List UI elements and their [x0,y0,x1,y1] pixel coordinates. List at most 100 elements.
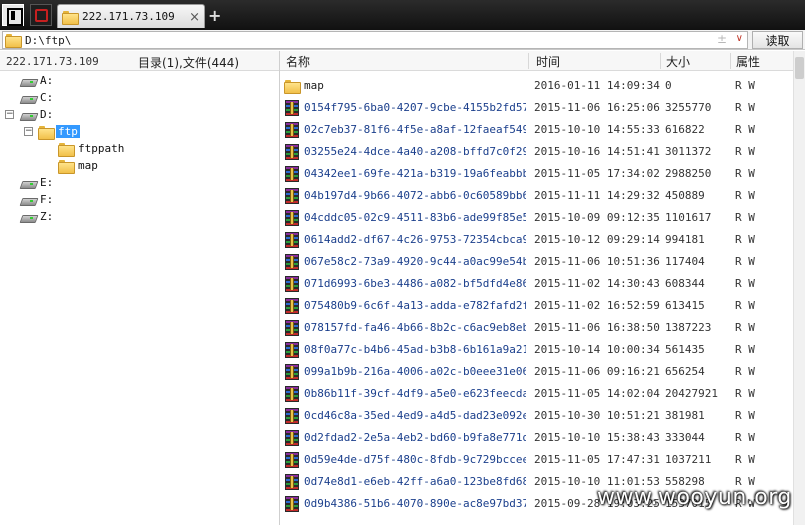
file-attr: R W [735,145,755,158]
file-row[interactable]: 0d2fdad2-2e5a-4eb2-bd60-b9fa8e771d0... 20… [280,427,793,449]
archive-icon [284,386,300,402]
column-time[interactable]: 时间 [536,53,560,69]
file-row[interactable]: 0154f795-6ba0-4207-9cbe-4155b2fd579... 20… [280,97,793,119]
file-size: 1387223 [665,321,712,334]
drive-icon [20,75,36,87]
file-row[interactable]: 0cd46c8a-35ed-4ed9-a4d5-dad23e092e0... 20… [280,405,793,427]
file-time: 2015-11-06 16:25:06 [534,101,660,114]
file-attr: R W [735,409,755,422]
archive-icon [284,452,300,468]
folder-icon [58,159,75,174]
file-size: 656254 [665,365,705,378]
file-row[interactable]: 04342ee1-69fe-421a-b319-19a6feabbb6... 20… [280,163,793,185]
swap-icon[interactable]: ± [717,32,727,46]
vertical-scrollbar[interactable] [793,51,805,525]
file-time: 2015-11-02 14:30:43 [534,277,660,290]
file-name: 0b86b11f-39cf-4df9-a5e0-e623feecda8... [304,387,526,400]
file-attr: R W [735,167,755,180]
window-menu-icon[interactable] [2,4,24,26]
file-name: 078157fd-fa46-4b66-8b2c-c6ac9eb8ebb... [304,321,526,334]
tree-item-ftppath[interactable]: ftppath [58,140,124,157]
file-size: 450889 [665,189,705,202]
file-size: 561435 [665,343,705,356]
file-attr: R W [735,79,755,92]
scrollbar-thumb[interactable] [795,57,804,79]
tree-expander-icon[interactable]: − [5,110,14,119]
session-manager-icon[interactable] [30,4,52,26]
file-row[interactable]: 099a1b9b-216a-4006-a02c-b0eee31e06c... 20… [280,361,793,383]
drive-icon [20,92,36,104]
file-time: 2015-11-06 09:16:21 [534,365,660,378]
file-attr: R W [735,321,755,334]
tree-expander-icon[interactable]: − [24,127,33,136]
tree-item-label: D: [40,108,54,121]
file-row[interactable]: 078157fd-fa46-4b66-8b2c-c6ac9eb8ebb... 20… [280,317,793,339]
tab-strip: 222.171.73.109 × + [0,0,805,30]
file-row[interactable]: 075480b9-6c6f-4a13-adda-e782fafd2f3... 20… [280,295,793,317]
tree-item-a[interactable]: A: [20,72,53,89]
file-name: 0d74e8d1-e6eb-42ff-a6a0-123be8fd68a... [304,475,526,488]
archive-icon [284,408,300,424]
file-attr: R W [735,431,755,444]
file-row[interactable]: 067e58c2-73a9-4920-9c44-a0ac99e54be... 20… [280,251,793,273]
tree-item-c[interactable]: C: [20,89,53,106]
file-time: 2015-10-16 14:51:41 [534,145,660,158]
file-name: 02c7eb37-81f6-4f5e-a8af-12faeaf549a... [304,123,526,136]
file-name: 04342ee1-69fe-421a-b319-19a6feabbb6... [304,167,526,180]
file-row[interactable]: 02c7eb37-81f6-4f5e-a8af-12faeaf549a... 20… [280,119,793,141]
file-name: 08f0a77c-b4b6-45ad-b3b8-6b161a9a213... [304,343,526,356]
file-name: 04b197d4-9b66-4072-abb6-0c60589bb69... [304,189,526,202]
file-name: 0cd46c8a-35ed-4ed9-a4d5-dad23e092e0... [304,409,526,422]
file-name: 0154f795-6ba0-4207-9cbe-4155b2fd579... [304,101,526,114]
tree-item-d[interactable]: D: [20,106,53,123]
file-row[interactable]: map 2016-01-11 14:09:34 0 R W [280,75,793,97]
close-icon[interactable]: × [189,10,200,25]
file-row[interactable]: 0b86b11f-39cf-4df9-a5e0-e623feecda8... 20… [280,383,793,405]
watermark-text: www.wooyun.org [597,485,792,510]
tree-item-ftp[interactable]: ftp [38,123,80,140]
tree-item-e[interactable]: E: [20,174,53,191]
file-attr: R W [735,189,755,202]
tree-item-label: ftppath [78,142,125,155]
file-row[interactable]: 04cddc05-02c9-4511-83b6-ade99f85e54... 20… [280,207,793,229]
column-size[interactable]: 大小 [666,53,690,69]
file-size: 2988250 [665,167,712,180]
file-size: 608344 [665,277,705,290]
file-name: 0d9b4386-51b6-4070-890e-ac8e97bd370... [304,497,526,510]
file-row[interactable]: 0614add2-df67-4c26-9753-72354cbca94... 20… [280,229,793,251]
file-row[interactable]: 071d6993-6be3-4486-a082-bf5dfd4e86f... 20… [280,273,793,295]
column-attr[interactable]: 属性 [736,53,760,69]
file-attr: R W [735,299,755,312]
file-time: 2015-10-14 10:00:34 [534,343,660,356]
file-time: 2015-11-05 17:47:31 [534,453,660,466]
archive-icon [284,254,300,270]
column-separator [730,53,731,69]
file-size: 3011372 [665,145,712,158]
archive-icon [284,364,300,380]
tree-item-map[interactable]: map [58,157,98,174]
file-row[interactable]: 03255e24-4dce-4a40-a208-bffd7c0f295... 20… [280,141,793,163]
tree-item-label: F: [40,193,54,206]
tab-label: 222.171.73.109 [82,10,175,23]
file-name: 067e58c2-73a9-4920-9c44-a0ac99e54be... [304,255,526,268]
add-tab-button[interactable]: + [208,6,221,25]
directory-summary: 目录(1),文件(444) [138,56,240,70]
path-input[interactable]: D:\ftp\ ± ∨ [2,31,748,49]
file-row[interactable]: 08f0a77c-b4b6-45ad-b3b8-6b161a9a213... 20… [280,339,793,361]
file-attr: R W [735,101,755,114]
tree-item-f[interactable]: F: [20,191,53,208]
read-button[interactable]: 读取 [752,31,803,49]
file-attr: R W [735,233,755,246]
file-name: 099a1b9b-216a-4006-a02c-b0eee31e06c... [304,365,526,378]
address-bar: D:\ftp\ ± ∨ 读取 [0,30,805,50]
chevron-down-icon[interactable]: ∨ [736,33,743,44]
file-row[interactable]: 0d59e4de-d75f-480c-8fdb-9c729bccee4... 20… [280,449,793,471]
tab-session[interactable]: 222.171.73.109 × [57,4,205,28]
tree-item-label: E: [40,176,54,189]
file-name: 04cddc05-02c9-4511-83b6-ade99f85e54... [304,211,526,224]
column-name[interactable]: 名称 [286,53,310,69]
file-attr: R W [735,277,755,290]
tree-item-z[interactable]: Z: [20,208,53,225]
file-time: 2015-11-02 16:52:59 [534,299,660,312]
file-row[interactable]: 04b197d4-9b66-4072-abb6-0c60589bb69... 20… [280,185,793,207]
